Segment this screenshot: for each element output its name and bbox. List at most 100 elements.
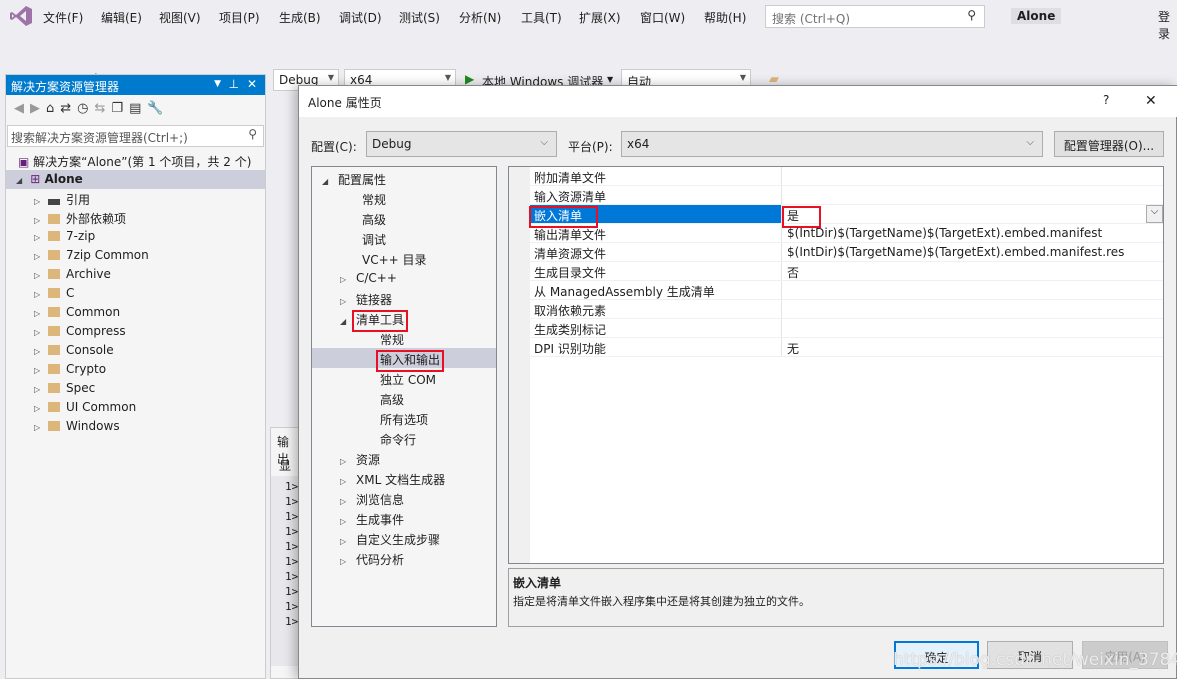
property-tree-item[interactable]: 高级 (312, 388, 496, 408)
property-tree-item[interactable]: ◢ 配置属性 (312, 168, 496, 188)
config-select[interactable]: Debug ⌵ (366, 131, 557, 157)
expand-icon[interactable]: ▷ (340, 537, 350, 546)
property-tree-item[interactable]: ▷ 代码分析 (312, 548, 496, 568)
property-tree-item[interactable]: VC++ 目录 (312, 248, 496, 268)
property-value[interactable]: 是 ⌵ (782, 205, 1163, 228)
tree-item[interactable]: ▷ Archive (6, 265, 265, 284)
property-tree-item[interactable]: 命令行 (312, 428, 496, 448)
property-row[interactable]: 清单资源文件 $(IntDir)$(TargetName)$(TargetExt)… (530, 243, 1163, 262)
show-files-icon[interactable]: ▤ (129, 101, 147, 116)
expand-icon[interactable]: ▷ (34, 366, 44, 375)
expand-icon[interactable]: ▷ (34, 233, 44, 242)
tree-item[interactable]: ▷ Windows (6, 417, 265, 436)
tree-item[interactable]: ▷ 引用 (6, 189, 265, 208)
property-value[interactable] (783, 319, 1163, 337)
expand-icon[interactable]: ▷ (34, 385, 44, 394)
platform-select[interactable]: x64 ⌵ (621, 131, 1043, 157)
property-tree-item[interactable]: ▷ C/C++ (312, 268, 496, 288)
tree-item[interactable]: ▷ UI Common (6, 398, 265, 417)
expand-icon[interactable]: ▷ (340, 497, 350, 506)
property-row[interactable]: 生成目录文件 否 (530, 262, 1163, 281)
property-tree-item[interactable]: ▷ 链接器 (312, 288, 496, 308)
property-value[interactable]: 否 (783, 262, 1163, 280)
quick-search-input[interactable]: 搜索 (Ctrl+Q) ⚲ (765, 5, 985, 28)
help-button[interactable]: ? (1103, 93, 1109, 107)
property-tree-item[interactable]: ▷ 浏览信息 (312, 488, 496, 508)
explorer-search-input[interactable]: 搜索解决方案资源管理器(Ctrl+;) ⚲ (7, 125, 264, 147)
property-tree-item[interactable]: 常规 (312, 328, 496, 348)
property-value[interactable] (783, 167, 1163, 185)
collapse-icon[interactable]: ◢ (340, 317, 350, 326)
tree-item[interactable]: ▷ 7zip Common (6, 246, 265, 265)
property-row[interactable]: 生成类别标记 (530, 319, 1163, 338)
property-value[interactable] (783, 186, 1163, 204)
expand-icon[interactable]: ▷ (34, 404, 44, 413)
expand-icon[interactable]: ▷ (34, 252, 44, 261)
expand-icon[interactable]: ▷ (34, 290, 44, 299)
menu-item[interactable]: 生成(B) (279, 9, 321, 26)
switch-view-icon[interactable]: ⇄ (60, 101, 77, 116)
close-icon[interactable]: ✕ (247, 77, 257, 91)
property-row[interactable]: 输出清单文件 $(IntDir)$(TargetName)$(TargetExt)… (530, 224, 1163, 243)
expand-icon[interactable]: ▷ (340, 557, 350, 566)
tree-item[interactable]: ▷ Common (6, 303, 265, 322)
menu-item[interactable]: 视图(V) (159, 9, 201, 26)
property-row[interactable]: 输入资源清单 (530, 186, 1163, 205)
expand-icon[interactable]: ▷ (34, 216, 44, 225)
menu-item[interactable]: 分析(N) (459, 9, 501, 26)
property-tree-item[interactable]: 所有选项 (312, 408, 496, 428)
solution-node[interactable]: ▣ 解决方案“Alone”(第 1 个项目，共 2 个) (6, 151, 265, 170)
menu-item[interactable]: 文件(F) (43, 9, 83, 26)
property-row[interactable]: 从 ManagedAssembly 生成清单 (530, 281, 1163, 300)
expand-icon[interactable]: ◢ (16, 176, 26, 185)
collapse-icon[interactable]: ❐ (111, 101, 129, 116)
play-icon[interactable]: ▶ (465, 72, 474, 86)
expand-icon[interactable]: ▷ (340, 297, 350, 306)
property-tree-item[interactable]: ▷ XML 文档生成器 (312, 468, 496, 488)
chevron-down-icon[interactable]: ▼ (607, 75, 613, 84)
expand-icon[interactable]: ▷ (34, 309, 44, 318)
property-row[interactable]: 取消依赖元素 (530, 300, 1163, 319)
menu-item[interactable]: 帮助(H) (704, 9, 746, 26)
expand-icon[interactable]: ▷ (34, 271, 44, 280)
property-row[interactable]: 嵌入清单是 ⌵ (529, 205, 1163, 228)
property-tree-item[interactable]: ▷ 生成事件 (312, 508, 496, 528)
menu-item[interactable]: 扩展(X) (579, 9, 621, 26)
menu-item[interactable]: 窗口(W) (640, 9, 685, 26)
property-row[interactable]: 附加清单文件 (530, 167, 1163, 186)
expand-icon[interactable]: ▷ (340, 477, 350, 486)
config-manager-button[interactable]: 配置管理器(O)... (1054, 131, 1164, 157)
tree-item[interactable]: ▷ 外部依赖项 (6, 208, 265, 227)
property-tree-item[interactable]: ◢ 清单工具 (312, 308, 496, 332)
property-tree-item[interactable]: 调试 (312, 228, 496, 248)
back-icon[interactable]: ◀ (14, 101, 30, 116)
property-tree-item[interactable]: 输入和输出 (312, 348, 496, 372)
project-node[interactable]: ◢ ⊞ Alone (6, 170, 265, 189)
history-icon[interactable]: ◷ (77, 101, 94, 116)
menu-item[interactable]: 编辑(E) (101, 9, 142, 26)
tree-item[interactable]: ▷ Crypto (6, 360, 265, 379)
expand-icon[interactable]: ▷ (34, 328, 44, 337)
sync-icon[interactable]: ⇆ (95, 101, 112, 116)
tree-item[interactable]: ▷ C (6, 284, 265, 303)
property-tree-item[interactable]: 独立 COM (312, 368, 496, 388)
property-value[interactable] (783, 300, 1163, 318)
property-tree-item[interactable]: ▷ 资源 (312, 448, 496, 468)
home-icon[interactable]: ⌂ (46, 101, 60, 116)
menu-item[interactable]: 调试(D) (339, 9, 382, 26)
close-button[interactable]: ✕ (1145, 93, 1157, 109)
wrench-icon[interactable]: 🔧 (147, 101, 169, 116)
tree-item[interactable]: ▷ Console (6, 341, 265, 360)
menu-item[interactable]: 工具(T) (521, 9, 562, 26)
expand-icon[interactable]: ▷ (34, 423, 44, 432)
expand-icon[interactable]: ▷ (340, 457, 350, 466)
property-tree-item[interactable]: 高级 (312, 208, 496, 228)
expand-icon[interactable]: ▷ (340, 275, 350, 284)
tree-item[interactable]: ▷ Spec (6, 379, 265, 398)
property-value[interactable]: $(IntDir)$(TargetName)$(TargetExt).embed… (783, 224, 1163, 242)
property-value[interactable]: 无 (783, 338, 1163, 356)
property-value[interactable] (783, 281, 1163, 299)
property-row[interactable]: DPI 识别功能 无 (530, 338, 1163, 357)
tree-item[interactable]: ▷ 7-zip (6, 227, 265, 246)
chevron-down-icon[interactable]: ▼ (214, 79, 221, 89)
